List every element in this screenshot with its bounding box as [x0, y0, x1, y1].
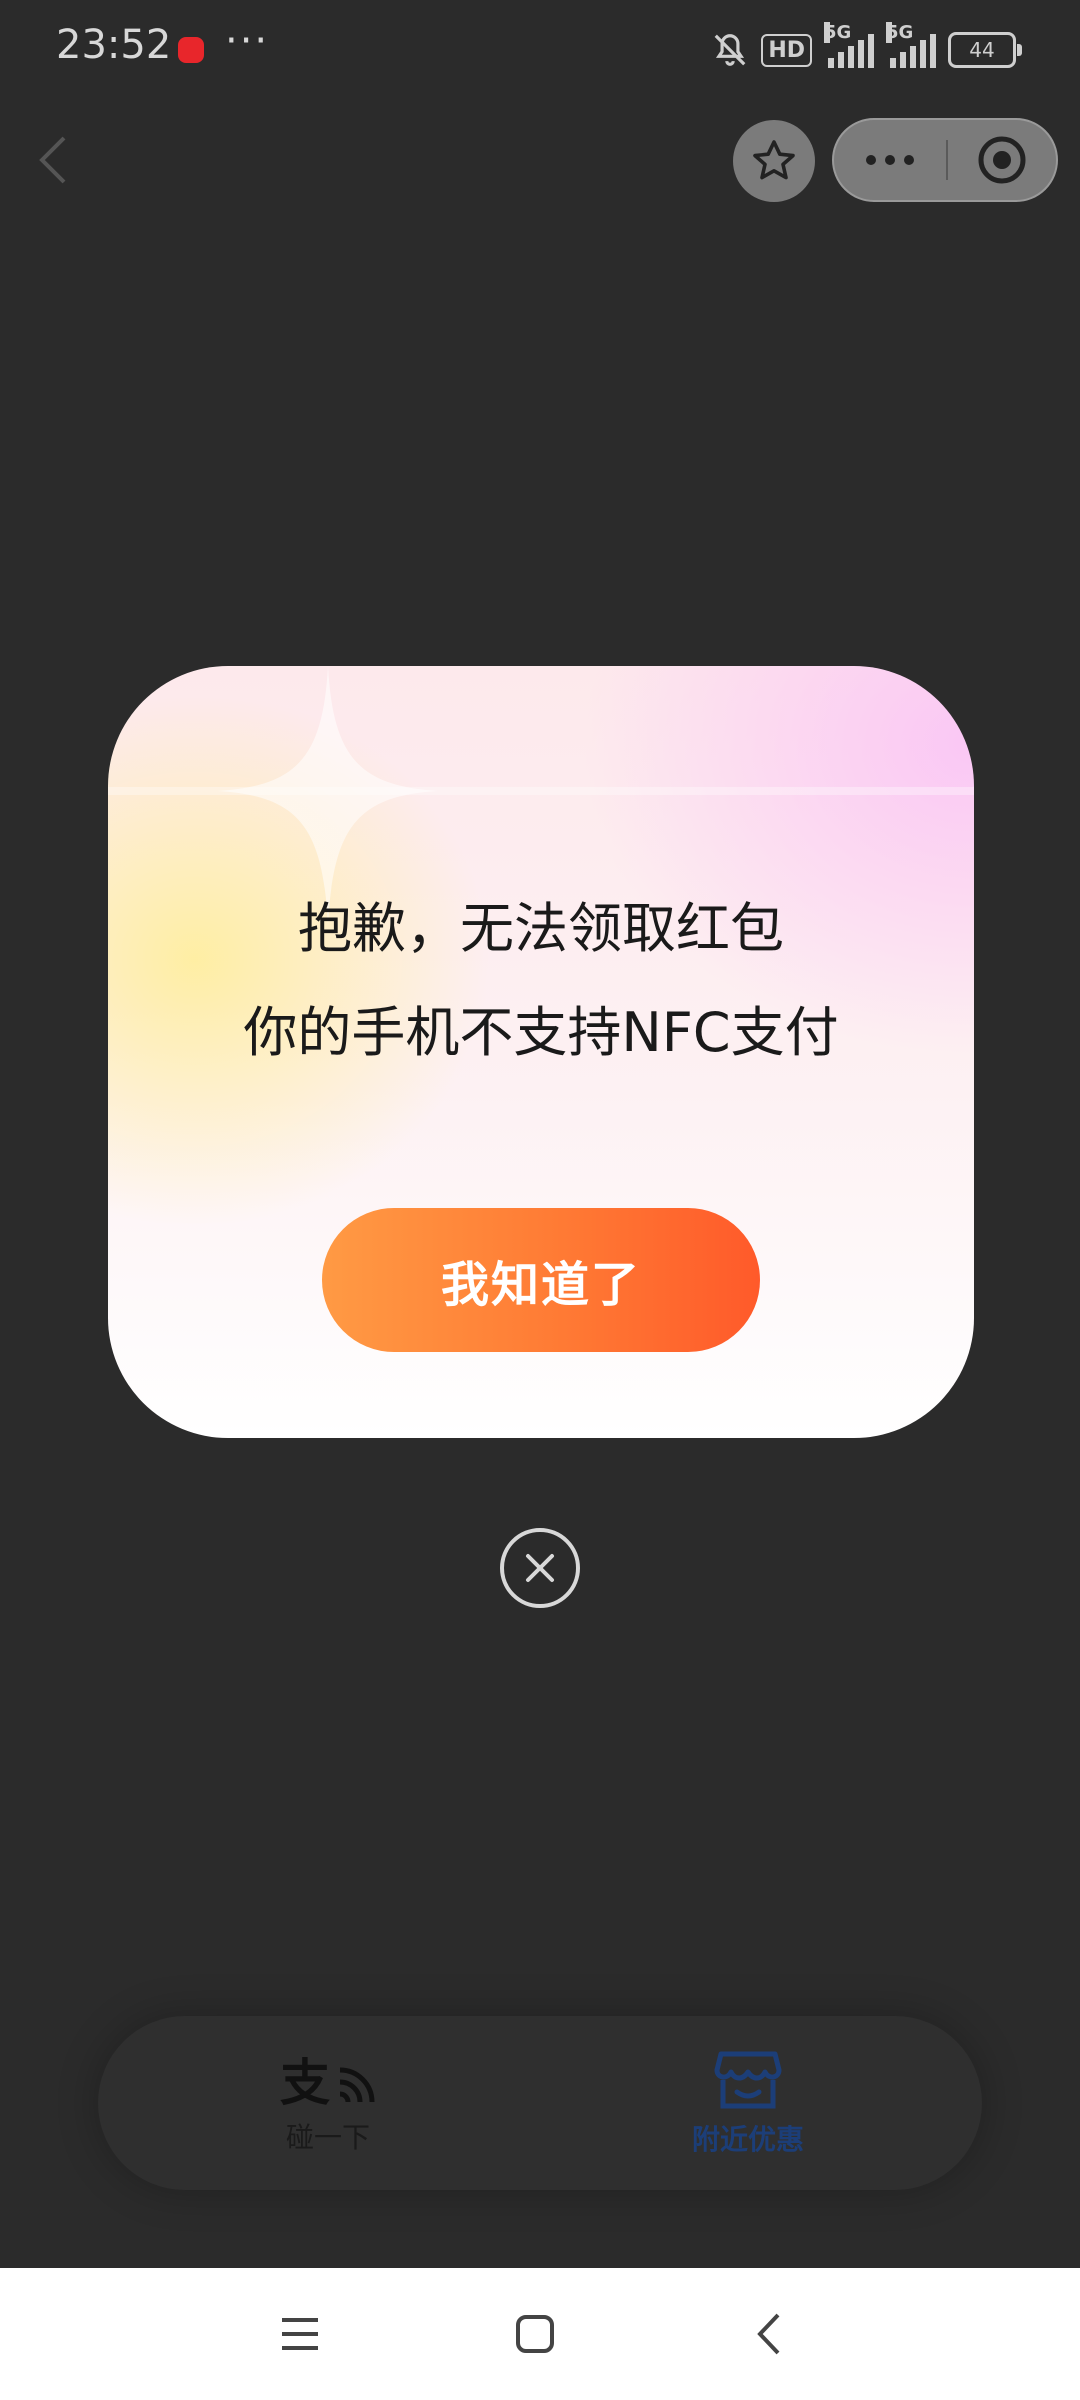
system-back-button[interactable] [740, 2304, 800, 2364]
more-dot [866, 155, 876, 165]
alipay-tap-icon: 支 [280, 2054, 375, 2110]
network-type-label: 5G [886, 22, 914, 43]
more-notifications-indicator: ··· [225, 18, 270, 64]
chevron-left-icon [39, 136, 66, 184]
signal-strength-2-icon: 5G [886, 22, 936, 68]
chevron-left-icon [757, 2313, 780, 2355]
close-icon [526, 1554, 554, 1582]
favorite-button[interactable] [733, 120, 815, 202]
status-icons: HD 5G 5G 44 [711, 22, 1022, 72]
bottom-tab-bar: 支 碰一下 附近优惠 [98, 2016, 982, 2190]
got-it-button[interactable]: 我知道了 [322, 1208, 760, 1352]
app-notification-icon [178, 37, 204, 63]
menu-icon [282, 2318, 318, 2350]
dialog-close-button[interactable] [500, 1528, 580, 1608]
more-options-button[interactable] [834, 120, 946, 200]
dialog-message-line2: 你的手机不支持NFC支付 [243, 1001, 839, 1064]
more-dot [885, 155, 895, 165]
status-bar: 23:52 ··· HD 5G 5G 44 [0, 0, 1080, 100]
dialog-message-line1: 抱歉，无法领取红包 [298, 897, 784, 960]
store-icon [714, 2051, 782, 2109]
nfc-unsupported-dialog: 抱歉，无法领取红包 你的手机不支持NFC支付 我知道了 [108, 666, 974, 1438]
more-dot [904, 155, 914, 165]
battery-icon: 44 [948, 32, 1022, 68]
svg-text:支: 支 [280, 2054, 330, 2110]
back-button[interactable] [30, 130, 80, 190]
miniapp-capsule [832, 118, 1058, 202]
mute-bell-icon [714, 34, 746, 66]
tab-nearby-deals[interactable]: 附近优惠 [598, 2016, 898, 2190]
tab-tap-to-pay[interactable]: 支 碰一下 [178, 2016, 478, 2190]
tab-label: 碰一下 [285, 2121, 370, 2154]
system-nav-bar [0, 2268, 1080, 2400]
close-miniapp-button[interactable] [948, 134, 1056, 186]
target-circle-icon [978, 136, 1026, 184]
status-time: 23:52 [56, 22, 172, 68]
home-button[interactable] [505, 2304, 565, 2364]
network-type-label: 5G [824, 22, 852, 43]
square-icon [516, 2315, 554, 2353]
hd-voice-badge: HD [761, 33, 812, 67]
battery-level: 44 [969, 38, 995, 62]
signal-strength-1-icon: 5G [824, 22, 874, 68]
star-icon [753, 140, 795, 180]
recent-apps-button[interactable] [270, 2304, 330, 2364]
tab-label: 附近优惠 [691, 2123, 804, 2156]
